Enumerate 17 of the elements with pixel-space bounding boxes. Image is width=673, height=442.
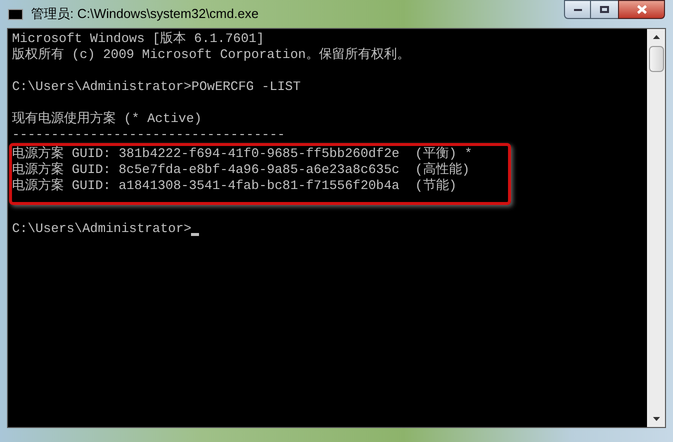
- console-line: 电源方案 GUID: 381b4222-f694-41f0-9685-ff5bb260df2e (平衡) *: [12, 146, 472, 162]
- console-line: 版权所有 (c) 2009 Microsoft Corporation。保留所有权利。: [12, 47, 410, 63]
- console-line: 电源方案 GUID: 8c5e7fda-e8bf-4a96-9a85-a6e23a8c635c (高性能): [12, 162, 470, 178]
- scroll-thumb[interactable]: [648, 46, 664, 72]
- console-line: Microsoft Windows [版本 6.1.7601]: [12, 31, 264, 47]
- close-button[interactable]: [618, 0, 665, 19]
- maximize-button[interactable]: [591, 0, 618, 19]
- console-line: 电源方案 GUID: a1841308-3541-4fab-bc81-f71556f20b4a (节能): [12, 178, 457, 194]
- minimize-button[interactable]: [564, 0, 591, 19]
- console-line: 现有电源使用方案 (* Active): [12, 111, 202, 127]
- close-icon: [636, 5, 646, 14]
- console-line: C:\Users\Administrator>: [12, 221, 192, 237]
- console-line: -----------------------------------: [12, 127, 286, 143]
- scrollbar[interactable]: [647, 29, 665, 427]
- window-title: 管理员: C:\Windows\system32\cmd.exe: [31, 5, 259, 24]
- console-app-icon: [8, 8, 23, 20]
- console-line: C:\Users\Administrator>POwERCFG -LIST: [12, 79, 301, 95]
